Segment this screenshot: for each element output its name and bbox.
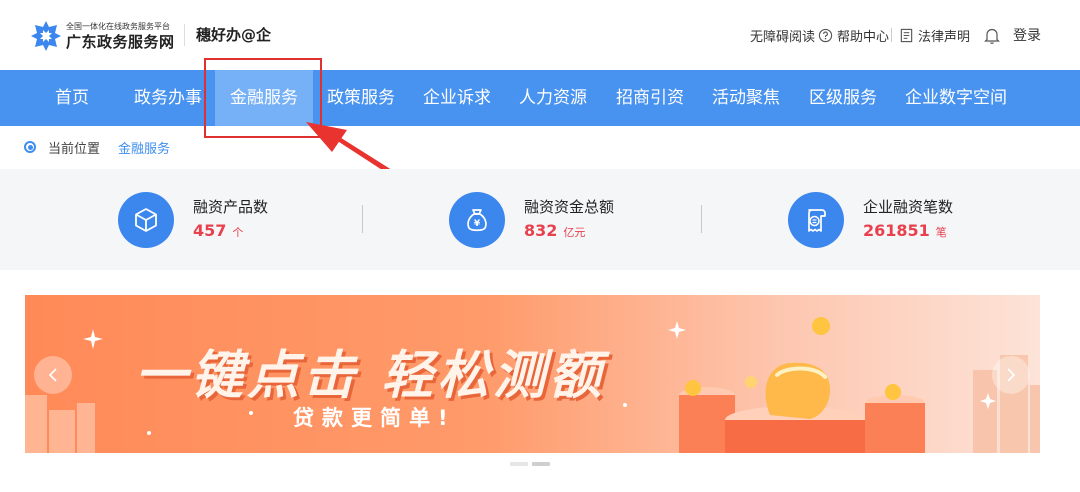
nav-item-district-services[interactable]: 区级服务 <box>809 70 877 126</box>
breadcrumb-current[interactable]: 金融服务 <box>118 138 170 157</box>
stat-label-products: 融资产品数 <box>193 198 269 216</box>
bell-icon <box>984 27 1000 44</box>
promo-banner[interactable]: 一键点击 轻松测额 贷款更简单! <box>25 295 1040 453</box>
guangdong-logo-icon[interactable] <box>30 20 62 52</box>
breadcrumb: 当前位置 金融服务 <box>24 138 170 157</box>
stat-label-total-funds: 融资资金总额 <box>524 198 615 216</box>
util-divider <box>891 28 892 42</box>
nav-item-home[interactable]: 首页 <box>55 70 89 126</box>
nav-item-event-focus[interactable]: 活动聚焦 <box>712 70 780 126</box>
location-dot-icon <box>24 141 36 153</box>
legal-statement-label: 法律声明 <box>918 29 971 45</box>
help-center-link[interactable]: 帮助中心 <box>818 24 889 46</box>
brand-name: 穗好办@企 <box>196 26 272 44</box>
login-label: 登录 <box>1013 28 1041 44</box>
accessibility-label: 无障碍阅读 <box>750 29 816 45</box>
logo-divider <box>184 24 185 46</box>
chevron-right-icon <box>1007 368 1016 382</box>
breadcrumb-label: 当前位置 <box>48 141 101 157</box>
carousel-indicators <box>510 462 550 466</box>
stats-bar: 融资产品数 457 个 ¥ 融资资金总额 832 亿元 企业融资笔数 261851 笔 <box>0 169 1080 270</box>
accessibility-link[interactable]: 无障碍阅读 <box>750 24 815 46</box>
cube-icon <box>118 192 174 248</box>
logo-title: 广东政务服务网 <box>66 33 175 51</box>
chevron-left-icon <box>48 368 57 382</box>
stat-value-products: 457 个 <box>193 221 243 240</box>
main-nav: 首页 政务办事 金融服务 政策服务 企业诉求 人力资源 招商引资 活动聚焦 区级… <box>0 70 1080 126</box>
logo-subtitle: 全国一体化在线政务服务平台 <box>66 22 170 31</box>
document-icon <box>899 28 914 43</box>
svg-text:¥: ¥ <box>474 219 481 229</box>
stat-unit: 亿元 <box>563 226 586 239</box>
stat-unit: 笔 <box>935 226 947 239</box>
help-center-label: 帮助中心 <box>837 29 890 45</box>
banner-title: 一键点击 轻松测额 <box>135 346 606 406</box>
question-circle-icon <box>818 28 833 43</box>
receipt-icon <box>788 192 844 248</box>
stat-value-financing-count: 261851 笔 <box>863 221 947 240</box>
banner-next-button[interactable] <box>992 356 1030 394</box>
carousel-dot-active[interactable] <box>532 462 550 466</box>
logo-text[interactable]: 全国一体化在线政务服务平台 广东政务服务网 <box>66 22 175 52</box>
stat-divider <box>701 205 702 233</box>
nav-item-policy-services[interactable]: 政策服务 <box>327 70 395 126</box>
money-bag-icon: ¥ <box>449 192 505 248</box>
banner-prev-button[interactable] <box>34 356 72 394</box>
stat-divider <box>362 205 363 233</box>
stat-number: 832 <box>524 221 558 240</box>
nav-item-investment-promotion[interactable]: 招商引资 <box>616 70 684 126</box>
stat-number: 457 <box>193 221 227 240</box>
nav-item-enterprise-digital-space[interactable]: 企业数字空间 <box>905 70 1007 126</box>
stat-unit: 个 <box>232 226 244 239</box>
stat-value-total-funds: 832 亿元 <box>524 221 585 240</box>
login-link[interactable]: 登录 <box>1013 24 1041 46</box>
stat-number: 261851 <box>863 221 930 240</box>
stat-label-financing-count: 企业融资笔数 <box>863 198 954 216</box>
banner-subtitle: 贷款更简单! <box>293 406 456 430</box>
notification-button[interactable] <box>984 24 1004 46</box>
nav-item-human-resources[interactable]: 人力资源 <box>519 70 587 126</box>
header: 全国一体化在线政务服务平台 广东政务服务网 穗好办@企 无障碍阅读 帮助中心 法… <box>0 0 1080 70</box>
carousel-dot[interactable] <box>510 462 528 466</box>
legal-statement-link[interactable]: 法律声明 <box>899 24 970 46</box>
nav-item-financial-services[interactable]: 金融服务 <box>215 70 313 126</box>
nav-item-government-affairs[interactable]: 政务办事 <box>134 70 202 126</box>
nav-item-enterprise-appeals[interactable]: 企业诉求 <box>423 70 491 126</box>
